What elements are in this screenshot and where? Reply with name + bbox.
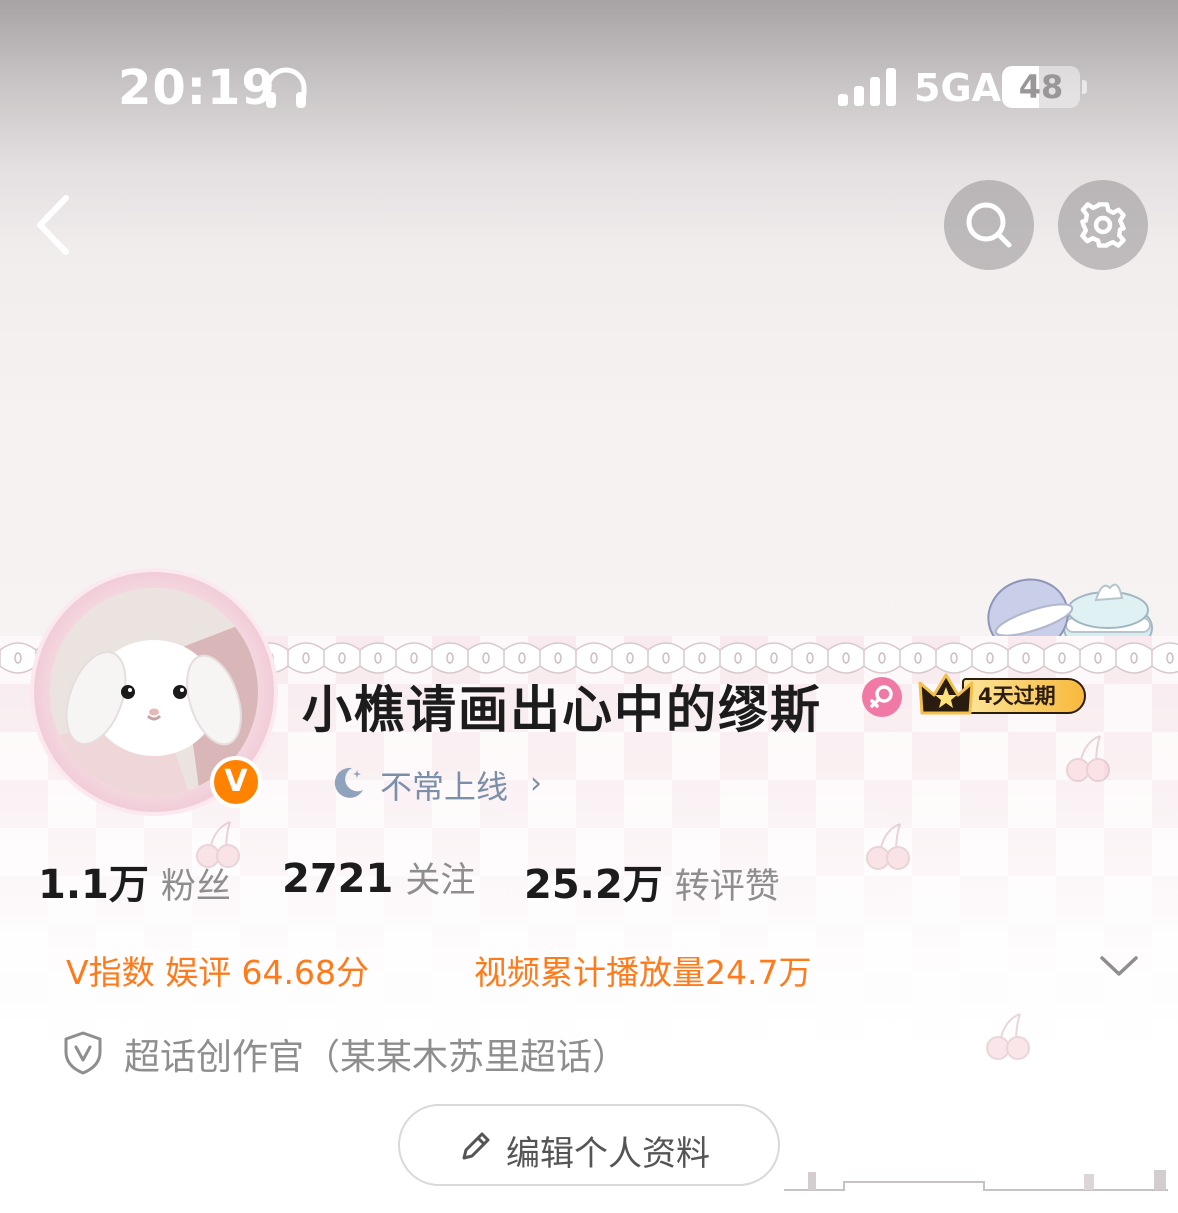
sketch-decoration	[784, 1170, 1168, 1191]
following-label: 关注	[405, 861, 476, 901]
moon-icon	[334, 767, 363, 798]
edit-profile-label: 编辑个人资料	[506, 1134, 710, 1174]
battery-level: 48	[1018, 68, 1064, 106]
online-status-text: 不常上线	[380, 768, 509, 806]
followers-stat[interactable]: 1.1万 粉丝	[38, 852, 231, 908]
v-index-info[interactable]: V指数 娱评 64.68分	[66, 946, 369, 994]
following-count: 2721	[282, 856, 394, 902]
search-button[interactable]	[944, 180, 1034, 270]
vip-badge[interactable]: 4天过期	[962, 678, 1086, 714]
status-bar: 20:19 5GA 48	[0, 0, 1178, 130]
video-plays-info[interactable]: 视频累计播放量24.7万	[474, 946, 811, 994]
network-type: 5GA	[914, 66, 1002, 110]
female-icon	[862, 677, 902, 717]
chevron-down-icon[interactable]	[1098, 950, 1140, 982]
vip-expiry-text: 4天过期	[978, 684, 1056, 708]
battery-tip	[1082, 80, 1087, 94]
edit-profile-button[interactable]: 编辑个人资料	[398, 1104, 780, 1186]
search-icon	[966, 202, 1012, 248]
chevron-right-icon: ›	[530, 766, 542, 801]
verified-badge[interactable]: V	[210, 756, 262, 808]
crown-icon	[918, 673, 974, 715]
username: 小樵请画出心中的缪斯	[302, 681, 822, 739]
settings-button[interactable]	[1058, 180, 1148, 270]
gear-icon	[1080, 202, 1126, 248]
chevron-left-icon[interactable]	[28, 190, 78, 260]
battery-indicator: 48	[1002, 66, 1080, 108]
cherry-decoration	[1066, 735, 1110, 782]
status-time: 20:19	[118, 60, 276, 116]
super-topic-role[interactable]: 超话创作官（某某木苏里超话）	[124, 1028, 628, 1080]
cherry-decoration	[866, 823, 910, 870]
following-stat[interactable]: 2721 关注	[282, 852, 475, 908]
pencil-icon	[462, 1132, 490, 1160]
signal-bars-icon	[838, 68, 896, 106]
likes-label: 转评赞	[674, 867, 780, 907]
cherry-decoration	[986, 1013, 1030, 1060]
followers-label: 粉丝	[160, 867, 231, 907]
likes-stat[interactable]: 25.2万 转评赞	[524, 852, 780, 908]
headphones-icon	[265, 67, 307, 108]
likes-count: 25.2万	[524, 862, 663, 908]
shield-v-icon	[64, 1031, 102, 1075]
followers-count: 1.1万	[38, 862, 149, 908]
